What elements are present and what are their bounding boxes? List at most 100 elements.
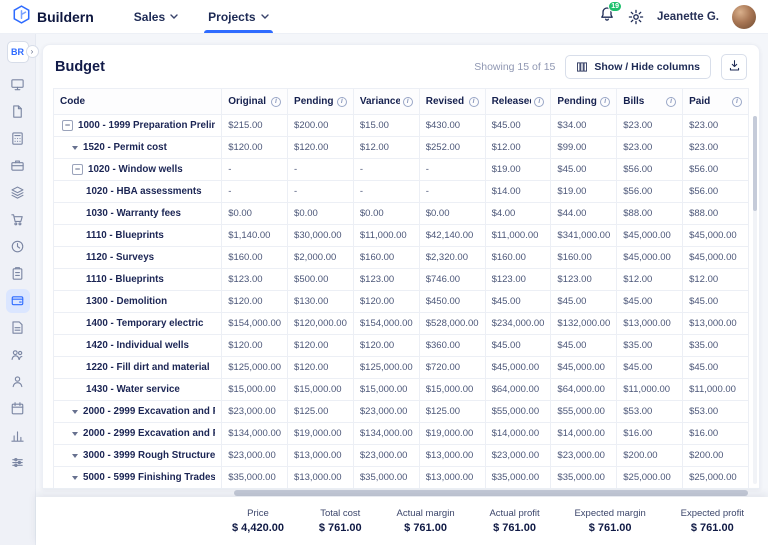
cell-value: $120.00 xyxy=(288,335,354,357)
cell-value: $23,000.00 xyxy=(222,401,288,423)
sidebar-item-settings-icon[interactable] xyxy=(6,451,30,475)
user-name[interactable]: Jeanette G. xyxy=(657,11,719,23)
sidebar-item-time-icon[interactable] xyxy=(6,235,30,259)
sidebar-item-clients-icon[interactable] xyxy=(6,370,30,394)
row-code-label: 1030 - Warranty fees xyxy=(86,208,181,219)
nav-item-projects[interactable]: Projects xyxy=(208,0,268,33)
brand[interactable]: Buildern xyxy=(12,0,94,33)
avatar[interactable] xyxy=(732,5,756,29)
table-row[interactable]: 1520 - Permit cost$120.00$120.00$12.00$2… xyxy=(54,137,749,159)
notifications-button[interactable]: 19 xyxy=(599,6,615,27)
expand-toggle-icon[interactable] xyxy=(72,476,78,480)
table-row[interactable]: 2000 - 2999 Excavation and Foundation$13… xyxy=(54,423,749,445)
column-header-code[interactable]: Code xyxy=(54,89,222,115)
sidebar-item-projects-icon[interactable] xyxy=(6,154,30,178)
horizontal-scrollbar[interactable] xyxy=(42,489,760,497)
column-header-pending-po[interactable]: Pending POi xyxy=(551,89,617,115)
sidebar-item-reports-icon[interactable] xyxy=(6,424,30,448)
info-icon[interactable]: i xyxy=(469,97,479,107)
info-icon[interactable]: i xyxy=(666,97,676,107)
table-row[interactable]: −1020 - Window wells----$19.00$45.00$56.… xyxy=(54,159,749,181)
table-row[interactable]: 1030 - Warranty fees$0.00$0.00$0.00$0.00… xyxy=(54,203,749,225)
table-row[interactable]: 5000 - 5999 Finishing Trades$35,000.00$1… xyxy=(54,467,749,489)
cell-value: $11,000.00 xyxy=(683,379,749,401)
table-row[interactable]: 1020 - HBA assessments----$14.00$19.00$5… xyxy=(54,181,749,203)
sidebar-item-materials-icon[interactable] xyxy=(6,181,30,205)
cell-value: $35,000.00 xyxy=(551,467,617,489)
table-row[interactable]: 2000 - 2999 Excavation and Foundation$23… xyxy=(54,401,749,423)
settings-gear-icon[interactable] xyxy=(628,9,644,25)
cell-value: $120.00 xyxy=(222,291,288,313)
cell-value: $160.00 xyxy=(222,247,288,269)
column-header-pending-changes[interactable]: Pending changesi xyxy=(288,89,354,115)
main-content: Budget Showing 15 of 15 Show / Hide colu… xyxy=(36,34,768,545)
column-header-released-po[interactable]: Released POi xyxy=(485,89,551,115)
cell-value: $125.00 xyxy=(419,401,485,423)
show-hide-columns-button[interactable]: Show / Hide columns xyxy=(565,55,711,79)
cell-value: $14.00 xyxy=(485,181,551,203)
info-icon[interactable]: i xyxy=(403,97,413,107)
cell-value: $30,000.00 xyxy=(288,225,354,247)
cell-value: $14,000.00 xyxy=(551,423,617,445)
sidebar-item-dashboard-icon[interactable] xyxy=(6,73,30,97)
table-row[interactable]: 1110 - Blueprints$123.00$500.00$123.00$7… xyxy=(54,269,749,291)
collapse-toggle-icon[interactable]: − xyxy=(72,164,83,175)
table-row[interactable]: 1420 - Individual wells$120.00$120.00$12… xyxy=(54,335,749,357)
sidebar-item-documents-icon[interactable] xyxy=(6,316,30,340)
sidebar-item-schedule-icon[interactable] xyxy=(6,262,30,286)
column-header-revised[interactable]: Revised i xyxy=(419,89,485,115)
cell-value: $120,000.00 xyxy=(288,313,354,335)
table-row[interactable]: 1430 - Water service$15,000.00$15,000.00… xyxy=(54,379,749,401)
table-row[interactable]: 1400 - Temporary electric$154,000.00$120… xyxy=(54,313,749,335)
export-button[interactable] xyxy=(721,54,747,80)
cell-value: $42,140.00 xyxy=(419,225,485,247)
column-label: Revised xyxy=(426,96,464,107)
column-header-original-cost[interactable]: Original Costi xyxy=(222,89,288,115)
column-label: Variance xyxy=(360,96,400,107)
column-header-variance[interactable]: Variancei xyxy=(353,89,419,115)
sidebar-item-team-icon[interactable] xyxy=(6,343,30,367)
cell-value: $200.00 xyxy=(617,445,683,467)
info-icon[interactable]: i xyxy=(732,97,742,107)
cell-value: $134,000.00 xyxy=(353,423,419,445)
nav-item-sales[interactable]: Sales xyxy=(134,0,178,33)
sidebar-item-calendar-icon[interactable] xyxy=(6,397,30,421)
table-row[interactable]: −1000 - 1999 Preparation Preliminaries$2… xyxy=(54,115,749,137)
info-icon[interactable]: i xyxy=(534,97,544,107)
sidebar-item-purchases-icon[interactable] xyxy=(6,208,30,232)
table-row[interactable]: 1110 - Blueprints$1,140.00$30,000.00$11,… xyxy=(54,225,749,247)
nav-projects-label: Projects xyxy=(208,10,255,24)
sidebar-item-budget-icon[interactable] xyxy=(6,289,30,313)
cell-value: - xyxy=(222,159,288,181)
cell-value: $12.00 xyxy=(683,269,749,291)
cell-value: $56.00 xyxy=(617,159,683,181)
cell-value: - xyxy=(353,181,419,203)
column-header-paid[interactable]: Paidi xyxy=(683,89,749,115)
summary-label: Total cost xyxy=(319,508,362,519)
sidebar-item-estimates-icon[interactable] xyxy=(6,100,30,124)
cell-value: $341,000.00 xyxy=(551,225,617,247)
cell-value: $45.00 xyxy=(617,291,683,313)
column-header-bills[interactable]: Billsi xyxy=(617,89,683,115)
sidebar-collapse-button[interactable]: › xyxy=(26,45,39,58)
table-row[interactable]: 3000 - 3999 Rough Structure$23,000.00$13… xyxy=(54,445,749,467)
expand-toggle-icon[interactable] xyxy=(72,454,78,458)
expand-toggle-icon[interactable] xyxy=(72,432,78,436)
info-icon[interactable]: i xyxy=(600,97,610,107)
row-code-label: 1110 - Blueprints xyxy=(86,230,164,241)
expand-toggle-icon[interactable] xyxy=(72,410,78,414)
horizontal-scrollbar-thumb[interactable] xyxy=(234,490,748,496)
sidebar-item-calculator-icon[interactable] xyxy=(6,127,30,151)
expand-toggle-icon[interactable] xyxy=(72,146,78,150)
table-row[interactable]: 1300 - Demolition$120.00$130.00$120.00$4… xyxy=(54,291,749,313)
table-row[interactable]: 1120 - Surveys$160.00$2,000.00$160.00$2,… xyxy=(54,247,749,269)
budget-table-body: −1000 - 1999 Preparation Preliminaries$2… xyxy=(54,115,749,489)
table-row[interactable]: 1220 - Fill dirt and material$125,000.00… xyxy=(54,357,749,379)
info-icon[interactable]: i xyxy=(337,97,347,107)
vertical-scrollbar[interactable] xyxy=(753,116,757,484)
vertical-scrollbar-thumb[interactable] xyxy=(753,116,757,211)
cell-value: $430.00 xyxy=(419,115,485,137)
cell-value: $120.00 xyxy=(288,137,354,159)
collapse-toggle-icon[interactable]: − xyxy=(62,120,73,131)
info-icon[interactable]: i xyxy=(271,97,281,107)
